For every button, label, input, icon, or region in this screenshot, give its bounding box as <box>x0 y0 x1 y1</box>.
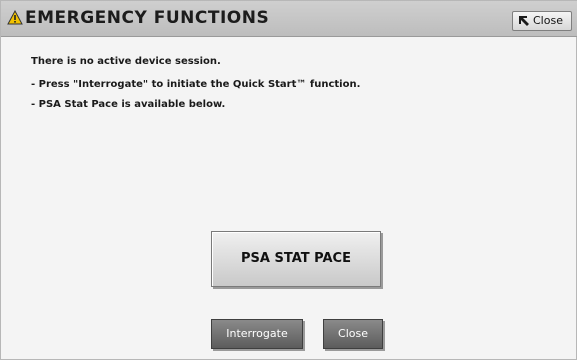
close-button[interactable]: Close <box>323 319 383 349</box>
warning-icon <box>7 10 23 25</box>
close-window-label: Close <box>533 14 563 27</box>
interrogate-button[interactable]: Interrogate <box>211 319 303 349</box>
close-arrow-icon <box>519 16 529 26</box>
emergency-functions-dialog: EMERGENCY FUNCTIONS Close There is no ac… <box>0 0 577 360</box>
no-session-message: There is no active device session. <box>31 56 221 67</box>
stat-pace-note: - PSA Stat Pace is available below. <box>31 99 226 110</box>
psa-stat-pace-label: PSA STAT PACE <box>241 251 351 266</box>
dialog-title: EMERGENCY FUNCTIONS <box>25 8 270 28</box>
interrogate-label: Interrogate <box>226 327 288 340</box>
psa-stat-pace-button[interactable]: PSA STAT PACE <box>211 231 381 287</box>
close-window-button[interactable]: Close <box>512 11 572 31</box>
close-label: Close <box>338 327 368 340</box>
interrogate-instruction: - Press "Interrogate" to initiate the Qu… <box>31 79 361 90</box>
title-bar: EMERGENCY FUNCTIONS Close <box>1 1 577 37</box>
